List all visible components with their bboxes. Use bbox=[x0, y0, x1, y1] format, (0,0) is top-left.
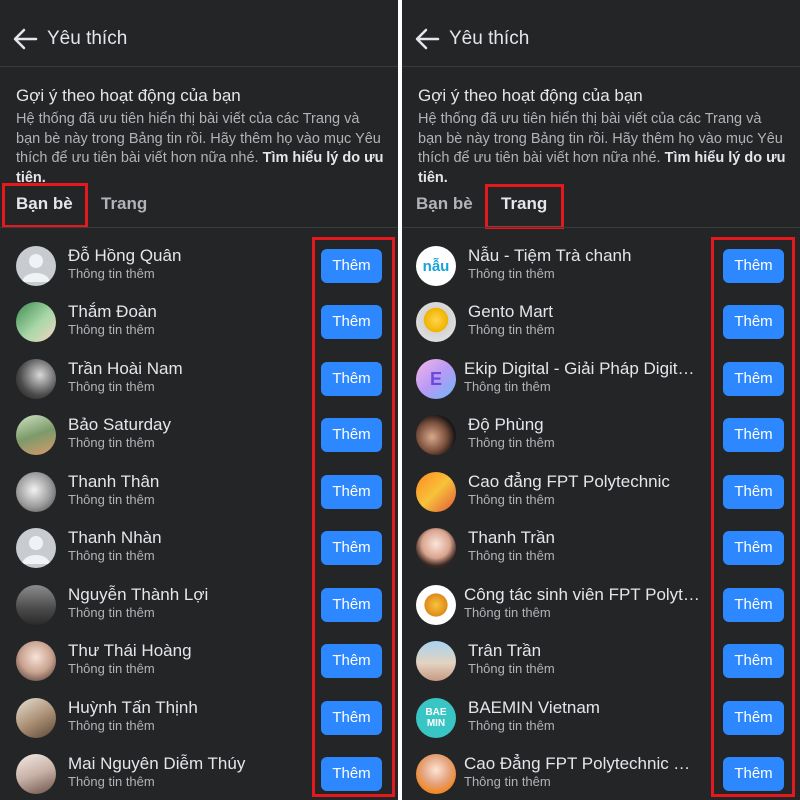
default-avatar-icon[interactable] bbox=[16, 246, 56, 286]
divider bbox=[0, 66, 398, 67]
page-mascot-avatar[interactable] bbox=[416, 585, 456, 625]
item-name[interactable]: Cao Đẳng FPT Polytechnic TP... bbox=[464, 754, 700, 774]
item-subtitle: Thông tin thêm bbox=[468, 266, 555, 281]
item-name[interactable]: Thanh Thân bbox=[68, 472, 300, 492]
item-name[interactable]: Mai Nguyên Diễm Thúy bbox=[68, 754, 300, 774]
profile-photo-avatar[interactable] bbox=[16, 415, 56, 455]
item-name[interactable]: Cao đẳng FPT Polytechnic bbox=[468, 472, 702, 492]
tabs-divider bbox=[402, 227, 800, 228]
page-logo-avatar[interactable]: BAE MIN bbox=[416, 698, 456, 738]
page-photo-avatar[interactable] bbox=[416, 302, 456, 342]
profile-photo-avatar[interactable] bbox=[16, 302, 56, 342]
favorites-panel-friends: Yêu thích Gợi ý theo hoạt động của bạn H… bbox=[0, 0, 398, 800]
item-name[interactable]: Bảo Saturday bbox=[68, 415, 300, 435]
item-subtitle: Thông tin thêm bbox=[468, 661, 555, 676]
profile-photo-avatar[interactable] bbox=[16, 754, 56, 794]
section-title: Gợi ý theo hoạt động của bạn bbox=[16, 86, 241, 105]
item-subtitle: Thông tin thêm bbox=[68, 435, 155, 450]
highlight-box-buttons bbox=[312, 237, 395, 797]
profile-photo-avatar[interactable] bbox=[416, 641, 456, 681]
section-title: Gợi ý theo hoạt động của bạn bbox=[418, 86, 643, 105]
profile-photo-avatar[interactable] bbox=[16, 472, 56, 512]
item-name[interactable]: Nẫu - Tiệm Trà chanh bbox=[468, 246, 702, 266]
item-name[interactable]: Thanh Nhàn bbox=[68, 528, 300, 548]
item-name[interactable]: Trần Hoài Nam bbox=[68, 359, 300, 379]
page-logo-avatar[interactable]: nẫu bbox=[416, 246, 456, 286]
item-name[interactable]: BAEMIN Vietnam bbox=[468, 698, 702, 718]
default-avatar-icon[interactable] bbox=[16, 528, 56, 568]
favorites-panel-pages: Yêu thích Gợi ý theo hoạt động của bạn H… bbox=[402, 0, 800, 800]
item-subtitle: Thông tin thêm bbox=[68, 661, 155, 676]
profile-photo-avatar[interactable] bbox=[16, 359, 56, 399]
top-bar: Yêu thích bbox=[402, 0, 800, 70]
profile-photo-avatar[interactable] bbox=[16, 585, 56, 625]
item-subtitle: Thông tin thêm bbox=[68, 322, 155, 337]
profile-photo-avatar[interactable] bbox=[416, 528, 456, 568]
item-subtitle: Thông tin thêm bbox=[468, 492, 555, 507]
item-subtitle: Thông tin thêm bbox=[68, 718, 155, 733]
item-subtitle: Thông tin thêm bbox=[68, 492, 155, 507]
page-title: Yêu thích bbox=[449, 28, 530, 49]
item-name[interactable]: Nguyễn Thành Lợi bbox=[68, 585, 300, 605]
item-subtitle: Thông tin thêm bbox=[468, 548, 555, 563]
item-name[interactable]: Trân Trần bbox=[468, 641, 702, 661]
item-name[interactable]: Độ Phùng bbox=[468, 415, 702, 435]
highlight-box-tab bbox=[2, 183, 88, 228]
tabs-divider bbox=[0, 227, 398, 228]
item-subtitle: Thông tin thêm bbox=[464, 379, 551, 394]
section-description: Hệ thống đã ưu tiên hiển thị bài viết củ… bbox=[16, 110, 384, 188]
top-bar: Yêu thích bbox=[0, 0, 398, 70]
page-photo-avatar[interactable] bbox=[416, 472, 456, 512]
item-name[interactable]: Thanh Trần bbox=[468, 528, 702, 548]
profile-photo-avatar[interactable] bbox=[16, 698, 56, 738]
tab-friends[interactable]: Bạn bè bbox=[416, 194, 473, 214]
tab-pages[interactable]: Trang bbox=[101, 194, 147, 214]
item-subtitle: Thông tin thêm bbox=[68, 548, 155, 563]
profile-photo-avatar[interactable] bbox=[16, 641, 56, 681]
item-subtitle: Thông tin thêm bbox=[68, 605, 155, 620]
item-name[interactable]: Đỗ Hồng Quân bbox=[68, 246, 300, 266]
section-description: Hệ thống đã ưu tiên hiển thị bài viết củ… bbox=[418, 110, 786, 188]
highlight-box-tab bbox=[485, 184, 564, 229]
item-subtitle: Thông tin thêm bbox=[68, 379, 155, 394]
item-subtitle: Thông tin thêm bbox=[464, 774, 551, 789]
item-subtitle: Thông tin thêm bbox=[68, 266, 155, 281]
item-subtitle: Thông tin thêm bbox=[464, 605, 551, 620]
back-arrow-icon[interactable] bbox=[412, 24, 442, 54]
back-arrow-icon[interactable] bbox=[10, 24, 40, 54]
highlight-box-buttons bbox=[711, 237, 795, 797]
item-name[interactable]: Huỳnh Tấn Thịnh bbox=[68, 698, 300, 718]
item-subtitle: Thông tin thêm bbox=[468, 718, 555, 733]
item-subtitle: Thông tin thêm bbox=[68, 774, 155, 789]
profile-photo-avatar[interactable] bbox=[416, 415, 456, 455]
item-name[interactable]: Gento Mart bbox=[468, 302, 702, 322]
divider bbox=[402, 66, 800, 67]
page-photo-avatar[interactable] bbox=[416, 754, 456, 794]
page-logo-avatar[interactable]: E bbox=[416, 359, 456, 399]
item-name[interactable]: Thư Thái Hoàng bbox=[68, 641, 300, 661]
page-title: Yêu thích bbox=[47, 28, 128, 49]
item-name[interactable]: Thắm Đoàn bbox=[68, 302, 300, 322]
item-name[interactable]: Ekip Digital - Giải Pháp Digital... bbox=[464, 359, 700, 379]
comparison-screenshot: Yêu thích Gợi ý theo hoạt động của bạn H… bbox=[0, 0, 800, 800]
item-name[interactable]: Công tác sinh viên FPT Polyte... bbox=[464, 585, 700, 605]
item-subtitle: Thông tin thêm bbox=[468, 322, 555, 337]
item-subtitle: Thông tin thêm bbox=[468, 435, 555, 450]
